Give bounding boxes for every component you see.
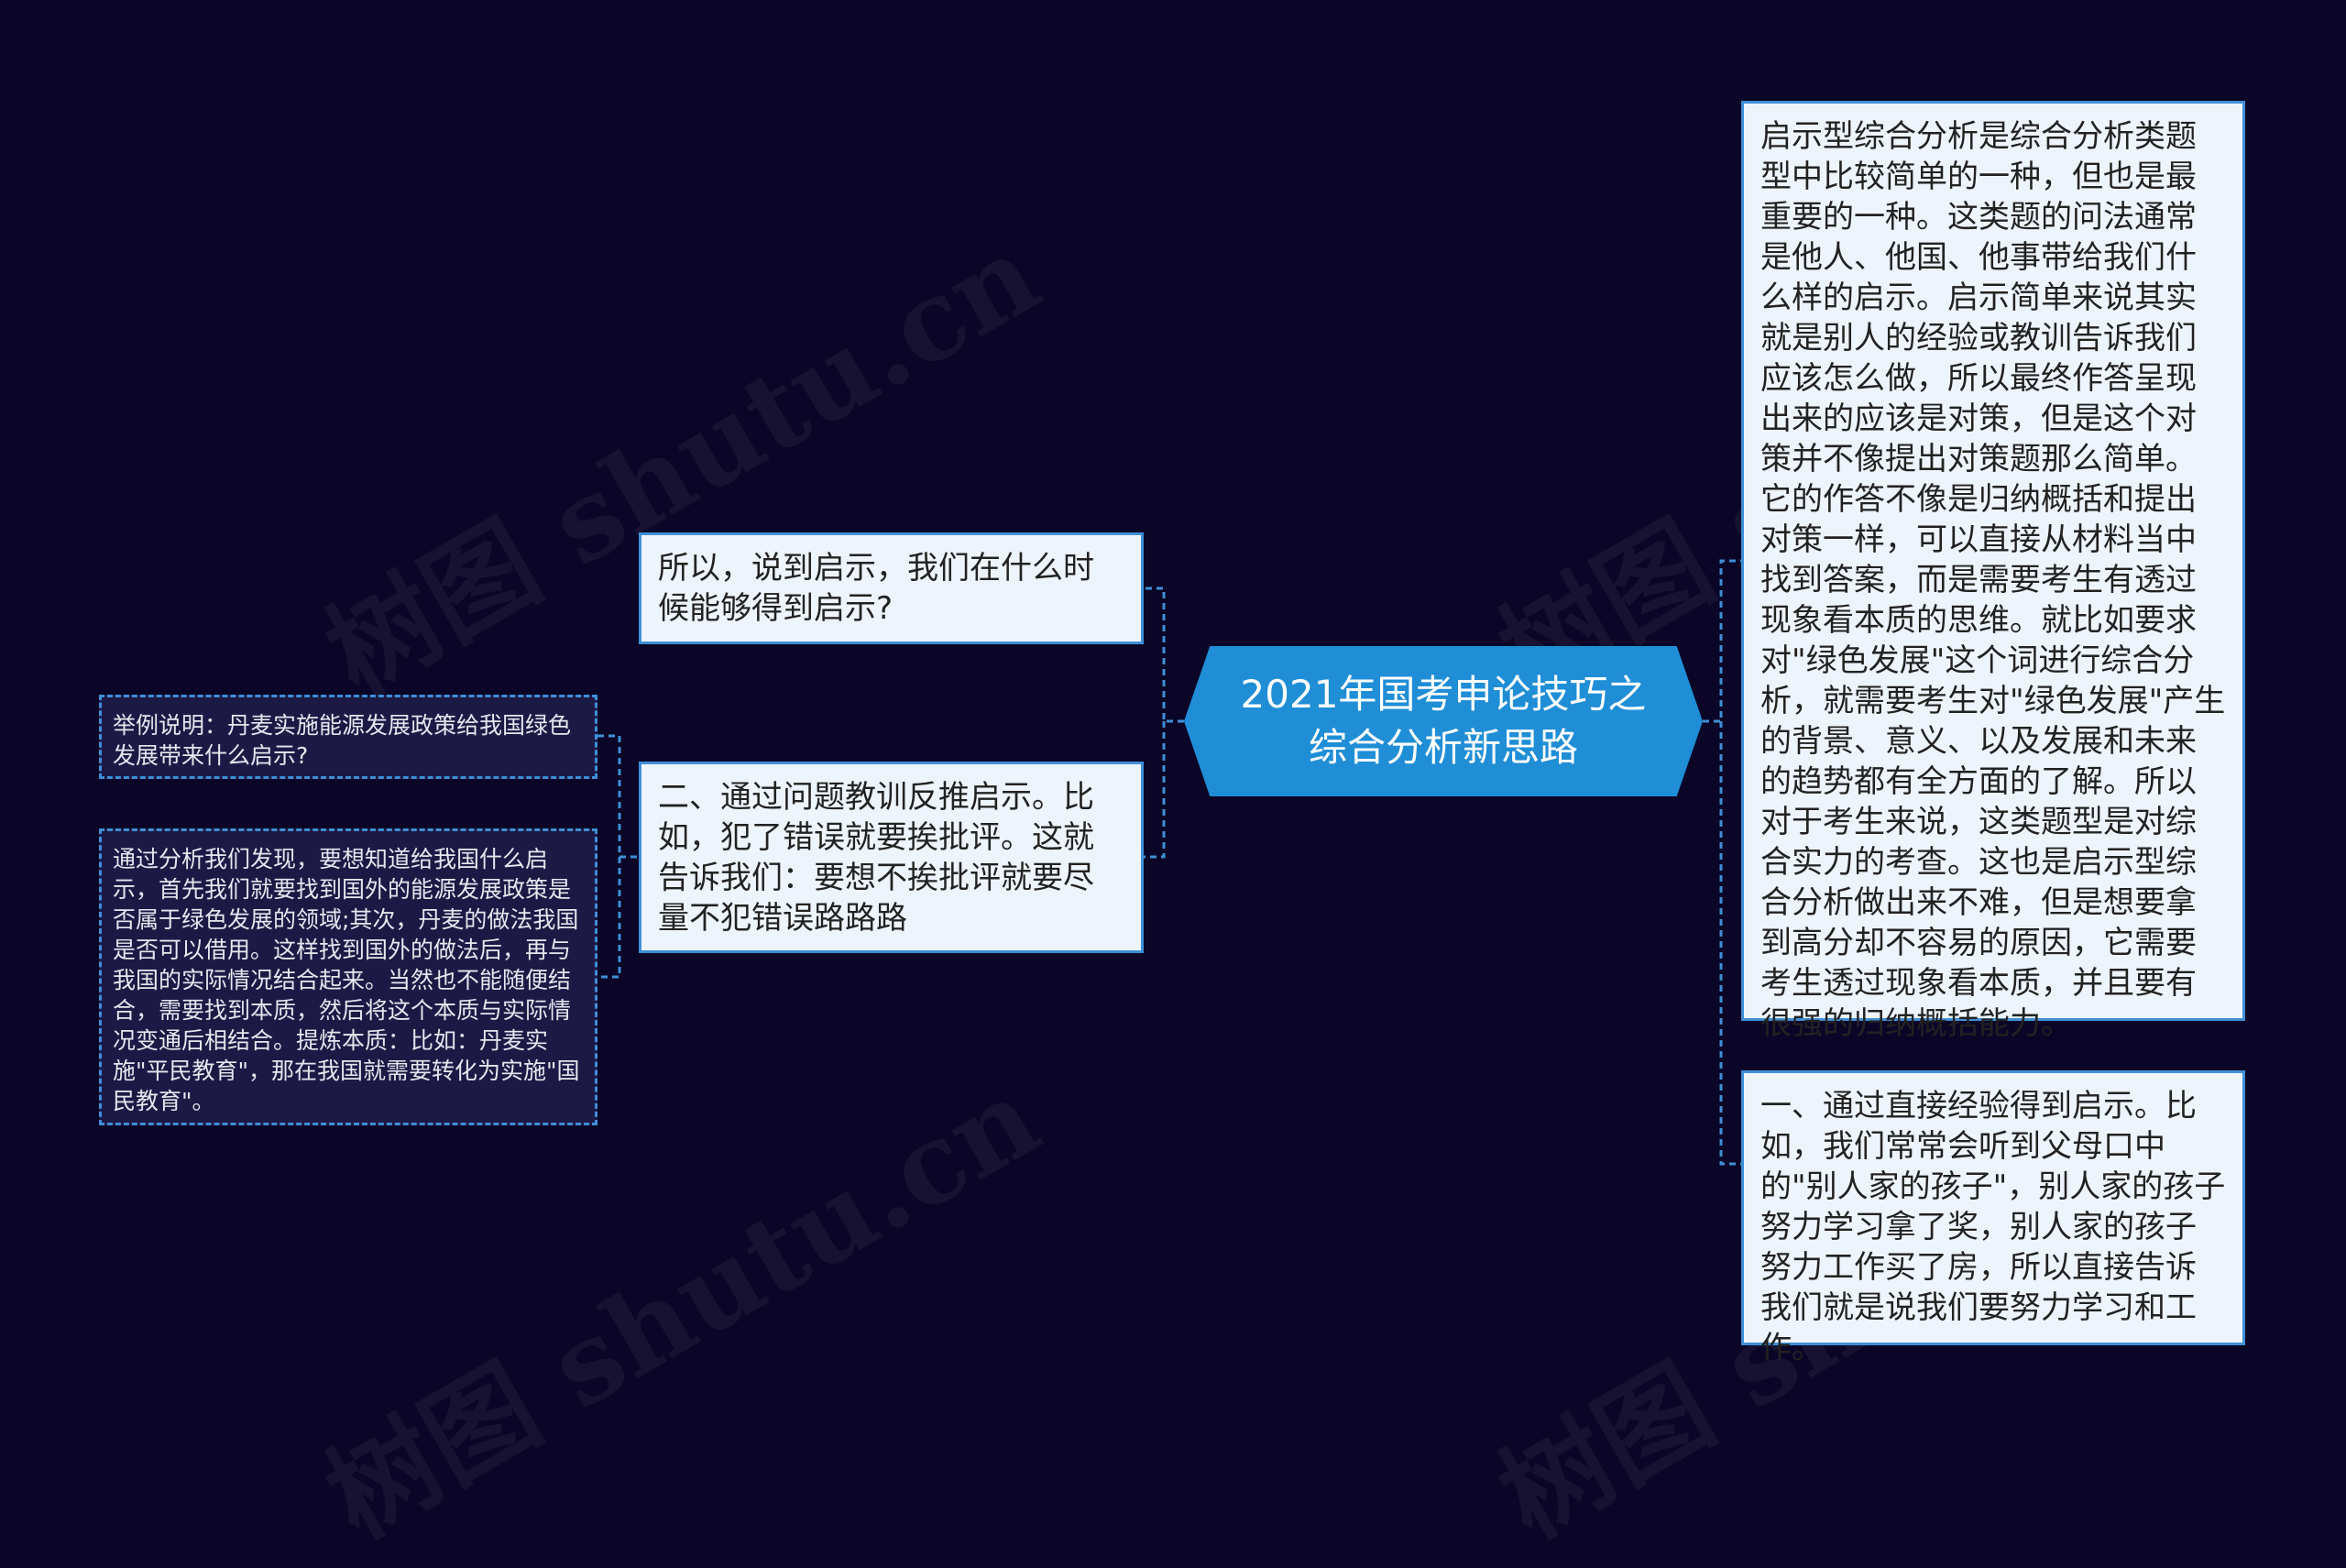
node-text: 举例说明：丹麦实施能源发展政策给我国绿色发展带来什么启示? xyxy=(113,712,572,769)
right-node-direct-experience[interactable]: 一、通过直接经验得到启示。比如，我们常常会听到父母口中的"别人家的孩子"，别人家… xyxy=(1741,1070,2245,1366)
node-text: 所以，说到启示，我们在什么时候能够得到启示? xyxy=(658,550,1094,627)
leaf-node-example[interactable]: 举例说明：丹麦实施能源发展政策给我国绿色发展带来什么启示? xyxy=(99,695,597,779)
node-text: 一、通过直接经验得到启示。比如，我们常常会听到父母口中的"别人家的孩子"，别人家… xyxy=(1760,1088,2226,1366)
left-node-question[interactable]: 所以，说到启示，我们在什么时候能够得到启示? xyxy=(639,532,1144,644)
right-node-overview[interactable]: 启示型综合分析是综合分析类题型中比较简单的一种，但也是最重要的一种。这类题的问法… xyxy=(1741,101,2245,1042)
left-node-lesson[interactable]: 二、通过问题教训反推启示。比如，犯了错误就要挨批评。这就告诉我们：要想不挨批评就… xyxy=(639,762,1144,953)
node-text: 二、通过问题教训反推启示。比如，犯了错误就要挨批评。这就告诉我们：要想不挨批评就… xyxy=(658,779,1094,937)
connector-root-left xyxy=(1144,587,1184,859)
node-text: 通过分析我们发现，要想知道给我国什么启示，首先我们就要找到国外的能源发展政策是否… xyxy=(113,846,580,1114)
connector-root-right xyxy=(1703,559,1741,1166)
node-text: 启示型综合分析是综合分析类题型中比较简单的一种，但也是最重要的一种。这类题的问法… xyxy=(1760,118,2226,1042)
leaf-node-analysis[interactable]: 通过分析我们发现，要想知道给我国什么启示，首先我们就要找到国外的能源发展政策是否… xyxy=(99,828,597,1125)
root-topic-label: 2021年国考申论技巧之综合分析新思路 xyxy=(1240,672,1647,770)
root-topic[interactable]: 2021年国考申论技巧之综合分析新思路 xyxy=(1184,646,1703,796)
connector-left-leaves xyxy=(597,734,637,979)
